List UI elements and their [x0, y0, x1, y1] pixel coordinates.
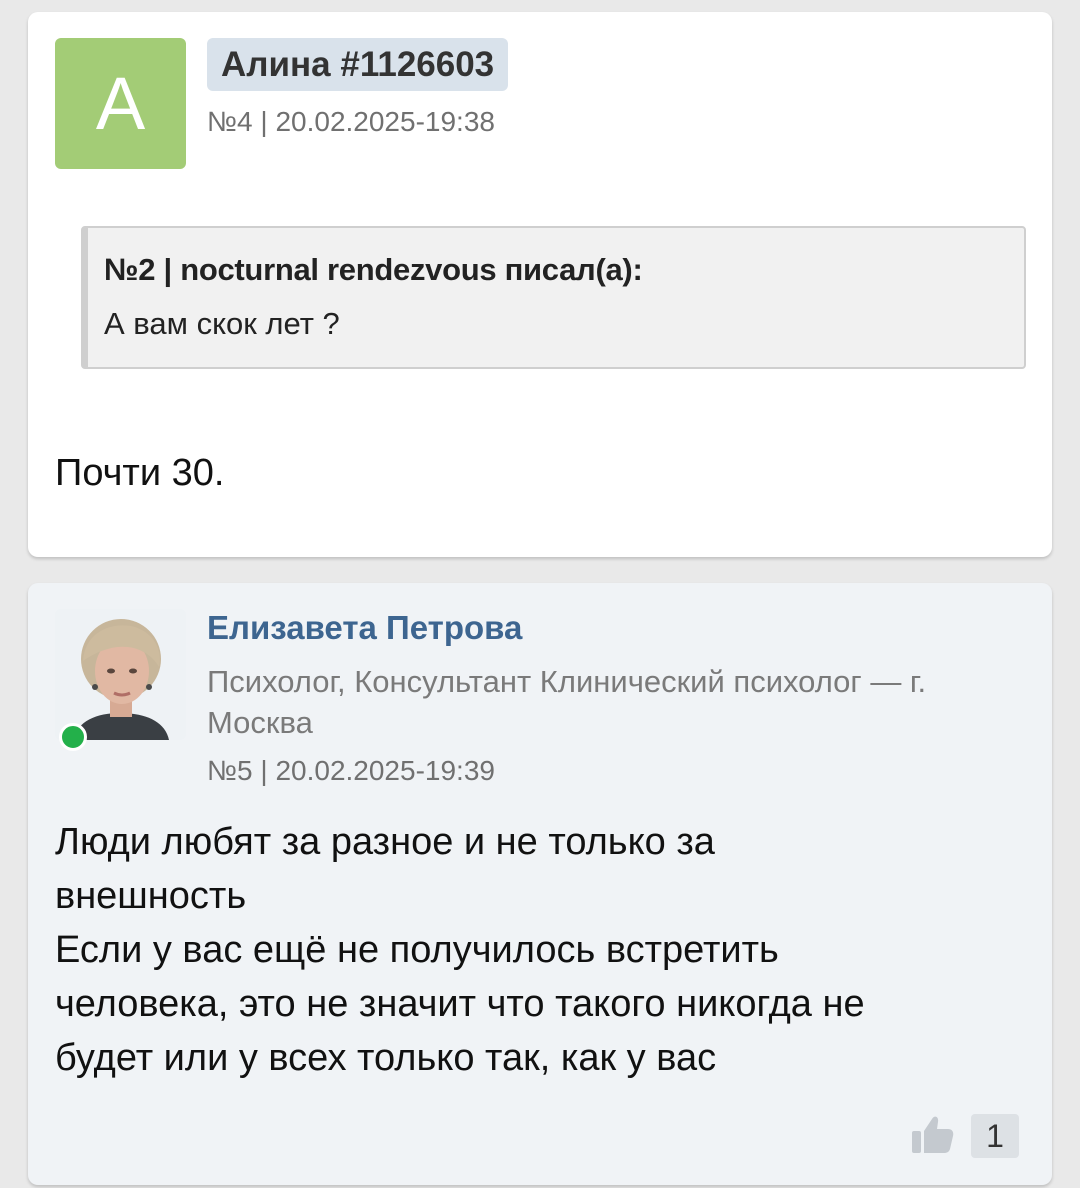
- avatar[interactable]: А: [55, 38, 186, 169]
- author-name-link[interactable]: Елизавета Петрова: [207, 609, 522, 647]
- post-body-line: человека, это не значит что такого никог…: [55, 983, 865, 1025]
- avatar-photo[interactable]: [55, 609, 186, 740]
- author-name-badge[interactable]: Алина #1126603: [207, 38, 509, 91]
- online-status-indicator: [59, 723, 87, 751]
- post-body: Почти 30.: [55, 452, 225, 494]
- post-meta: №5 | 20.02.2025-19:39: [207, 755, 495, 786]
- post-body-line: будет или у всех только так, как у вас: [55, 1037, 717, 1079]
- post-body-line: Люди любят за разное и не только за: [55, 821, 715, 863]
- thumbs-up-icon[interactable]: [910, 1111, 956, 1157]
- post-body-line: внешность: [55, 875, 247, 917]
- quote-block: №2 | nocturnal rendezvous писал(а): А ва…: [81, 226, 1026, 369]
- forum-post: А Алина #1126603 №4 | 20.02.2025-19:38 №…: [28, 12, 1052, 557]
- forum-post: Елизавета Петрова Психолог, Консультант …: [28, 583, 1052, 1185]
- post-body-line: Если у вас ещё не получилось встретить: [55, 929, 779, 971]
- avatar-letter: А: [95, 62, 146, 145]
- like-count: 1: [971, 1114, 1019, 1158]
- post-body: Люди любят за разное и не только за внеш…: [55, 815, 1015, 1085]
- author-role: Психолог, Консультант Клинический психол…: [207, 664, 927, 740]
- quote-header: №2 | nocturnal rendezvous писал(а):: [104, 252, 643, 287]
- person-portrait-icon: [55, 609, 186, 740]
- post-meta: №4 | 20.02.2025-19:38: [207, 106, 495, 137]
- quote-text: А вам скок лет ?: [104, 306, 340, 341]
